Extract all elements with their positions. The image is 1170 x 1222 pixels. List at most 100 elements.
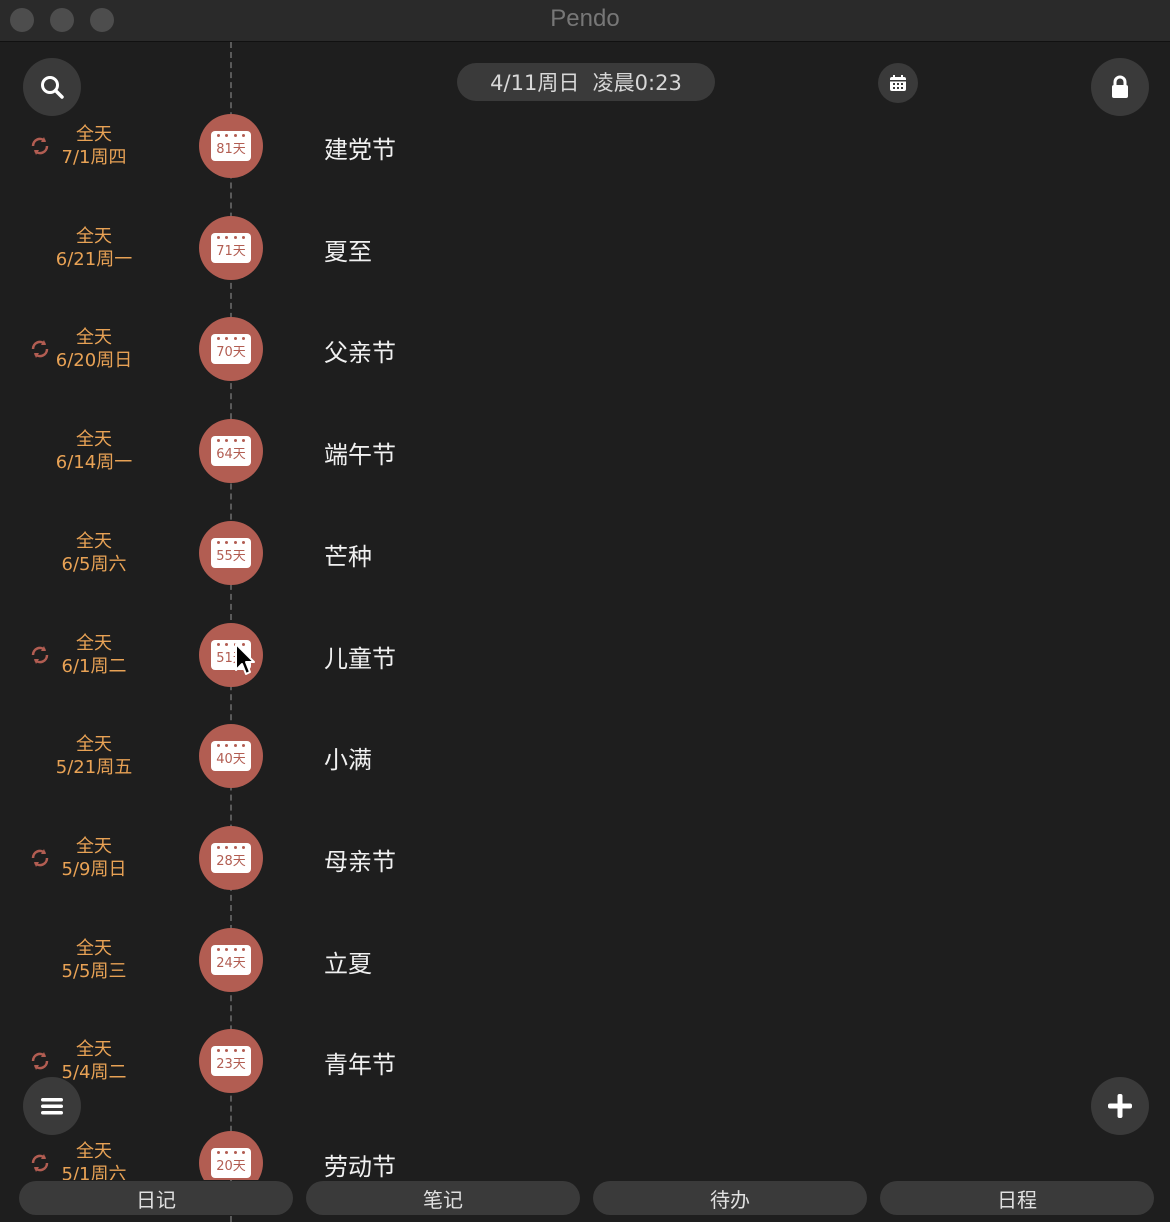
- event-time-label: 全天: [76, 734, 112, 756]
- event-time: 全天 5/1周六: [40, 1140, 148, 1180]
- calendar-icon: 24天: [211, 944, 251, 975]
- days-countdown-badge[interactable]: 23天: [199, 1029, 263, 1094]
- event-date: 5/1周六: [61, 1164, 127, 1180]
- days-until: 23天: [216, 1057, 246, 1073]
- tab-schedule[interactable]: 日程: [880, 1181, 1154, 1215]
- event-name: 芒种: [324, 542, 372, 571]
- calendar-icon: 81天: [211, 131, 251, 161]
- tab-todo[interactable]: 待办: [593, 1181, 867, 1215]
- calendar-icon: 23天: [211, 1046, 251, 1077]
- event-date: 6/5周六: [61, 553, 127, 575]
- event-time: 全天 6/21周一: [40, 225, 148, 271]
- event-time-label: 全天: [76, 1141, 112, 1162]
- days-countdown-badge[interactable]: 81天: [199, 114, 263, 178]
- event-time-label: 全天: [76, 429, 112, 451]
- calendar-icon: 64天: [211, 436, 251, 467]
- event-time: 全天 5/9周日: [40, 835, 148, 881]
- tab-diary[interactable]: 日记: [19, 1181, 293, 1215]
- days-countdown-badge[interactable]: 64天: [199, 419, 263, 484]
- event-date: 6/14周一: [55, 452, 133, 474]
- event-date: 6/1周二: [61, 655, 127, 677]
- event-date: 6/20周日: [55, 350, 133, 372]
- days-until: 55天: [216, 548, 246, 564]
- event-name: 建党节: [324, 136, 396, 164]
- search-button[interactable]: [23, 58, 81, 116]
- days-countdown-badge[interactable]: 20天: [199, 1131, 263, 1180]
- event-row[interactable]: 全天 7/1周四 81天 建党节: [0, 96, 1170, 197]
- calendar-icon: 55天: [211, 537, 251, 568]
- days-countdown-badge[interactable]: 28天: [199, 825, 263, 890]
- event-row[interactable]: 全天 6/20周日 70天 父亲节: [0, 299, 1170, 400]
- event-row[interactable]: 全天 6/21周一 71天 夏至: [0, 198, 1170, 299]
- event-name: 父亲节: [324, 339, 396, 368]
- event-list[interactable]: 全天 7/1周四 81天 建党节 全天 6/21周一 71天 夏至 全天 6/20周日 70天 父亲节…: [0, 42, 1170, 1180]
- title-bar: Pendo: [0, 0, 1170, 42]
- tab-bar: 日记 笔记 待办 日程: [0, 1180, 1170, 1222]
- event-time: 全天 6/20周日: [40, 326, 148, 372]
- event-row[interactable]: 全天 5/21周五 40天 小满: [0, 706, 1170, 807]
- calendar-icon: 28天: [211, 842, 251, 873]
- event-date: 5/9周日: [61, 858, 127, 880]
- event-time-label: 全天: [76, 632, 112, 654]
- menu-button[interactable]: [23, 1077, 81, 1135]
- event-name: 母亲节: [324, 847, 396, 876]
- event-time-label: 全天: [76, 530, 112, 552]
- days-until: 40天: [216, 752, 246, 768]
- event-name: 青年节: [324, 1051, 396, 1080]
- tab-note[interactable]: 笔记: [306, 1181, 580, 1215]
- event-time-label: 全天: [76, 937, 112, 959]
- calendar-icon: 71天: [211, 232, 251, 263]
- event-row[interactable]: 全天 6/1周二 51天 儿童节: [0, 605, 1170, 706]
- event-time-label: 全天: [76, 1039, 112, 1061]
- days-until: 20天: [216, 1159, 246, 1174]
- event-time: 全天 6/5周六: [40, 530, 148, 576]
- event-row[interactable]: 全天 5/9周日 28天 母亲节: [0, 808, 1170, 909]
- event-name: 端午节: [324, 441, 396, 470]
- event-time: 全天 5/21周五: [40, 733, 148, 779]
- event-time: 全天 7/1周四: [40, 123, 148, 169]
- event-time-label: 全天: [76, 225, 112, 247]
- days-countdown-badge[interactable]: 40天: [199, 724, 263, 789]
- event-name: 劳动节: [324, 1153, 396, 1180]
- calendar-icon: 20天: [211, 1148, 251, 1178]
- event-name: 夏至: [324, 237, 372, 266]
- event-date: 7/1周四: [61, 147, 127, 168]
- mouse-cursor-icon: [235, 643, 255, 675]
- current-datetime: 4/11周日 凌晨0:23: [490, 71, 682, 95]
- calendar-button[interactable]: [878, 63, 918, 103]
- calendar-icon: 40天: [211, 741, 251, 772]
- days-until: 81天: [216, 142, 246, 157]
- search-icon: [41, 76, 64, 99]
- event-time-label: 全天: [76, 835, 112, 857]
- menu-icon: [41, 1098, 63, 1115]
- days-countdown-badge[interactable]: 71天: [199, 215, 263, 280]
- days-countdown-badge[interactable]: 70天: [199, 317, 263, 382]
- event-row[interactable]: 全天 6/14周一 64天 端午节: [0, 401, 1170, 502]
- event-name: 小满: [324, 746, 372, 775]
- days-until: 70天: [216, 345, 246, 361]
- event-date: 6/21周一: [55, 248, 133, 270]
- event-time: 全天 6/14周一: [40, 428, 148, 474]
- window-title: Pendo: [550, 5, 620, 32]
- days-until: 28天: [216, 853, 246, 869]
- current-datetime-pill[interactable]: 4/11周日 凌晨0:23: [457, 63, 715, 101]
- event-row[interactable]: 全天 5/5周三 24天 立夏: [0, 910, 1170, 1011]
- event-time: 全天 6/1周二: [40, 632, 148, 678]
- event-row[interactable]: 全天 5/1周六 20天 劳动节: [0, 1113, 1170, 1180]
- event-time-label: 全天: [76, 124, 112, 145]
- app-window: Pendo 全天 7/1周四 81天 建党节 全天 6/21周一 71天 夏至 全天 6/20周日…: [0, 0, 1170, 1222]
- add-event-button[interactable]: [1091, 1077, 1149, 1135]
- event-name: 立夏: [324, 949, 372, 978]
- event-row[interactable]: 全天 6/5周六 55天 芒种: [0, 503, 1170, 604]
- lock-icon: [1112, 75, 1128, 98]
- days-until: 64天: [216, 447, 246, 463]
- event-row[interactable]: 全天 5/4周二 23天 青年节: [0, 1011, 1170, 1112]
- lock-button[interactable]: [1091, 58, 1149, 116]
- days-countdown-badge[interactable]: 55天: [199, 520, 263, 585]
- event-time-label: 全天: [76, 327, 112, 349]
- event-date: 5/21周五: [55, 757, 133, 779]
- days-countdown-badge[interactable]: 24天: [199, 927, 263, 992]
- event-time: 全天 5/5周三: [40, 937, 148, 983]
- days-until: 71天: [216, 243, 246, 259]
- calendar-icon: 70天: [211, 334, 251, 365]
